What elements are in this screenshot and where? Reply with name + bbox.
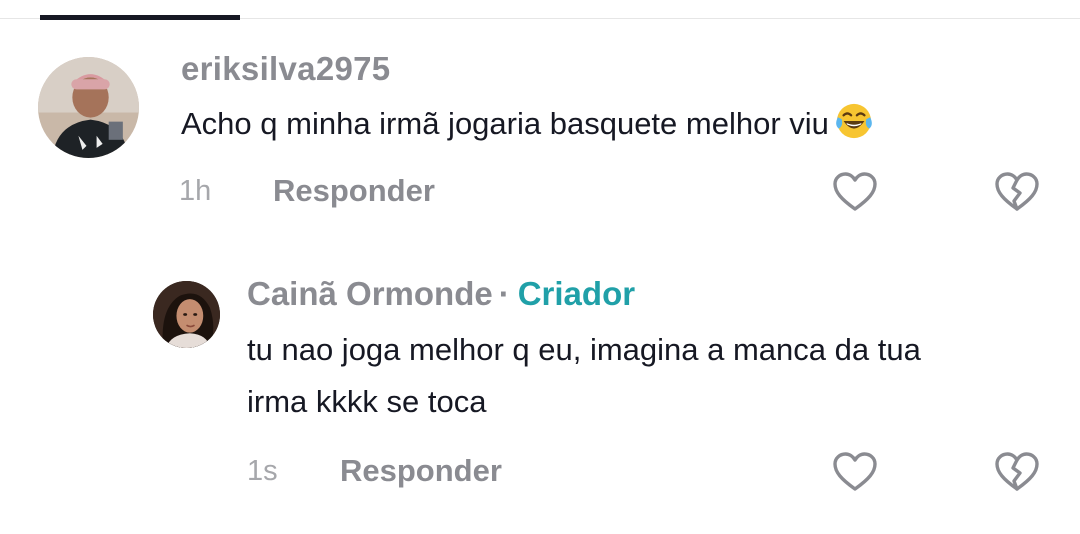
creator-badge: Criador bbox=[517, 275, 636, 312]
broken-heart-icon[interactable] bbox=[993, 168, 1041, 216]
active-tab-indicator bbox=[40, 15, 240, 20]
comments-panel: eriksilva2975 Acho q minha irmã jogaria … bbox=[0, 0, 1080, 534]
heart-outline-icon[interactable] bbox=[831, 448, 879, 496]
face-with-tears-of-joy-emoji bbox=[835, 102, 873, 140]
avatar[interactable] bbox=[153, 281, 220, 348]
comment-text: Acho q minha irmã jogaria basquete melho… bbox=[181, 98, 873, 150]
comment-timestamp: 1h bbox=[179, 175, 212, 207]
reply-button[interactable]: Responder bbox=[273, 173, 435, 209]
separator-dot: · bbox=[498, 275, 510, 312]
heart-outline-icon[interactable] bbox=[831, 168, 879, 216]
comment-text-content: Acho q minha irmã jogaria basquete melho… bbox=[181, 106, 829, 141]
avatar[interactable] bbox=[38, 57, 139, 158]
reply-text-line1: tu nao joga melhor q eu, imagina a manca… bbox=[247, 332, 921, 367]
reply-button[interactable]: Responder bbox=[340, 453, 502, 489]
broken-heart-icon[interactable] bbox=[993, 448, 1041, 496]
comment-username[interactable]: eriksilva2975 bbox=[181, 50, 390, 88]
reply-text-line2: irma kkkk se toca bbox=[247, 384, 487, 419]
reply-timestamp: 1s bbox=[247, 455, 278, 487]
reply-author-line: Cainã Ormonde · Criador bbox=[247, 275, 635, 313]
reply-username[interactable]: Cainã Ormonde bbox=[247, 275, 493, 312]
